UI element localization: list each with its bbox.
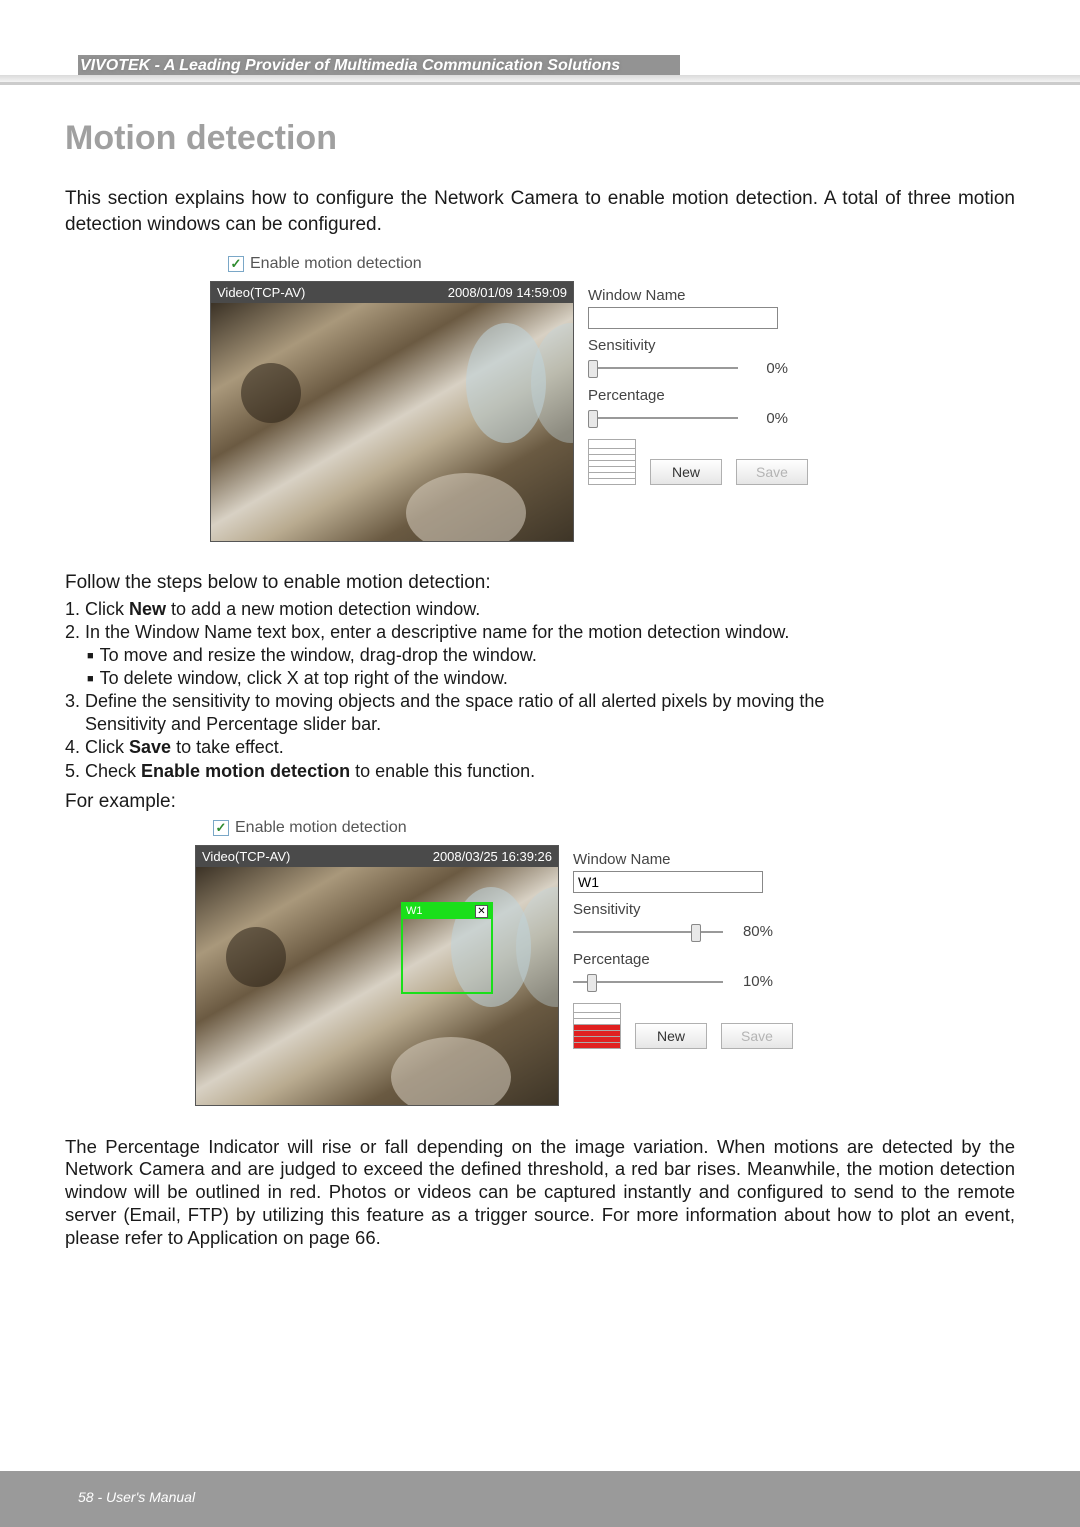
example-label: For example: <box>65 791 1015 813</box>
step-1-c: to add a new motion detection window. <box>166 599 480 619</box>
video-frame[interactable] <box>211 303 573 541</box>
step-4-c: to take effect. <box>171 737 284 757</box>
sensitivity-label: Sensitivity <box>588 337 843 354</box>
percentage-label: Percentage <box>588 387 843 404</box>
motion-window-title: W1 <box>406 905 423 917</box>
page-footer: 58 - User's Manual <box>0 1471 1080 1527</box>
video-preview-2: Video(TCP-AV) 2008/03/25 16:39:26 W1 ✕ <box>195 845 559 1106</box>
header-banner: VIVOTEK - A Leading Provider of Multimed… <box>78 55 680 77</box>
window-name-input[interactable] <box>588 307 778 329</box>
motion-window[interactable]: W1 ✕ <box>401 902 493 994</box>
step-2: 2. In the Window Name text box, enter a … <box>65 621 1015 644</box>
sensitivity-value: 0% <box>748 360 788 377</box>
step-1-bold: New <box>129 599 166 619</box>
step-4-bold: Save <box>129 737 171 757</box>
step-2a: To move and resize the window, drag-drop… <box>65 644 1015 667</box>
step-4-a: 4. Click <box>65 737 129 757</box>
window-name-label: Window Name <box>588 287 843 304</box>
save-button-2[interactable]: Save <box>721 1023 793 1049</box>
new-button[interactable]: New <box>650 459 722 485</box>
new-button-2[interactable]: New <box>635 1023 707 1049</box>
intro-paragraph: This section explains how to configure t… <box>65 186 1015 237</box>
video-label-2: Video(TCP-AV) <box>202 849 290 864</box>
step-3b: Sensitivity and Percentage slider bar. <box>65 713 1015 736</box>
percentage-slider-2[interactable] <box>573 971 723 993</box>
enable-motion-checkbox-2[interactable]: ✓ <box>213 820 229 836</box>
page-title: Motion detection <box>65 119 1015 158</box>
percentage-slider[interactable] <box>588 407 738 429</box>
step-5-bold: Enable motion detection <box>141 761 350 781</box>
video-preview: Video(TCP-AV) 2008/01/09 14:59:09 <box>210 281 574 542</box>
enable-motion-checkbox[interactable]: ✓ <box>228 256 244 272</box>
video-frame-2[interactable]: W1 ✕ <box>196 867 558 1105</box>
sensitivity-slider[interactable] <box>588 357 738 379</box>
step-5-a: 5. Check <box>65 761 141 781</box>
window-name-label-2: Window Name <box>573 851 828 868</box>
footer-text: 58 - User's Manual <box>0 1471 1080 1505</box>
step-3: 3. Define the sensitivity to moving obje… <box>65 690 1015 713</box>
enable-motion-checkbox-row-2: ✓ Enable motion detection <box>213 819 855 837</box>
step-5-c: to enable this function. <box>350 761 535 781</box>
percentage-indicator <box>588 439 636 485</box>
video-timestamp-2: 2008/03/25 16:39:26 <box>433 849 552 864</box>
video-timestamp: 2008/01/09 14:59:09 <box>448 285 567 300</box>
enable-motion-label: Enable motion detection <box>250 255 422 273</box>
motion-controls: Window Name Sensitivity 0% Percentage <box>588 281 843 485</box>
enable-motion-checkbox-row: ✓ Enable motion detection <box>228 255 870 273</box>
steps-list: 1. Click New to add a new motion detecti… <box>65 598 1015 782</box>
steps-intro: Follow the steps below to enable motion … <box>65 572 1015 594</box>
percentage-label-2: Percentage <box>573 951 828 968</box>
video-label: Video(TCP-AV) <box>217 285 305 300</box>
window-name-input-2[interactable] <box>573 871 763 893</box>
motion-config-panel-2: ✓ Enable motion detection Video(TCP-AV) … <box>195 819 855 1106</box>
sensitivity-slider-2[interactable] <box>573 921 723 943</box>
outro-paragraph: The Percentage Indicator will rise or fa… <box>65 1136 1015 1251</box>
step-1-a: 1. Click <box>65 599 129 619</box>
save-button[interactable]: Save <box>736 459 808 485</box>
close-icon[interactable]: ✕ <box>475 905 488 918</box>
percentage-value-2: 10% <box>733 973 773 990</box>
sensitivity-label-2: Sensitivity <box>573 901 828 918</box>
enable-motion-label-2: Enable motion detection <box>235 819 407 837</box>
sensitivity-value-2: 80% <box>733 923 773 940</box>
percentage-value: 0% <box>748 410 788 427</box>
motion-controls-2: Window Name Sensitivity 80% Percentage <box>573 845 828 1049</box>
step-2b: To delete window, click X at top right o… <box>65 667 1015 690</box>
page-header: VIVOTEK - A Leading Provider of Multimed… <box>0 0 1080 85</box>
percentage-indicator-2 <box>573 1003 621 1049</box>
motion-config-panel-1: ✓ Enable motion detection Video(TCP-AV) … <box>210 255 870 542</box>
page-body: Motion detection This section explains h… <box>0 85 1080 1250</box>
